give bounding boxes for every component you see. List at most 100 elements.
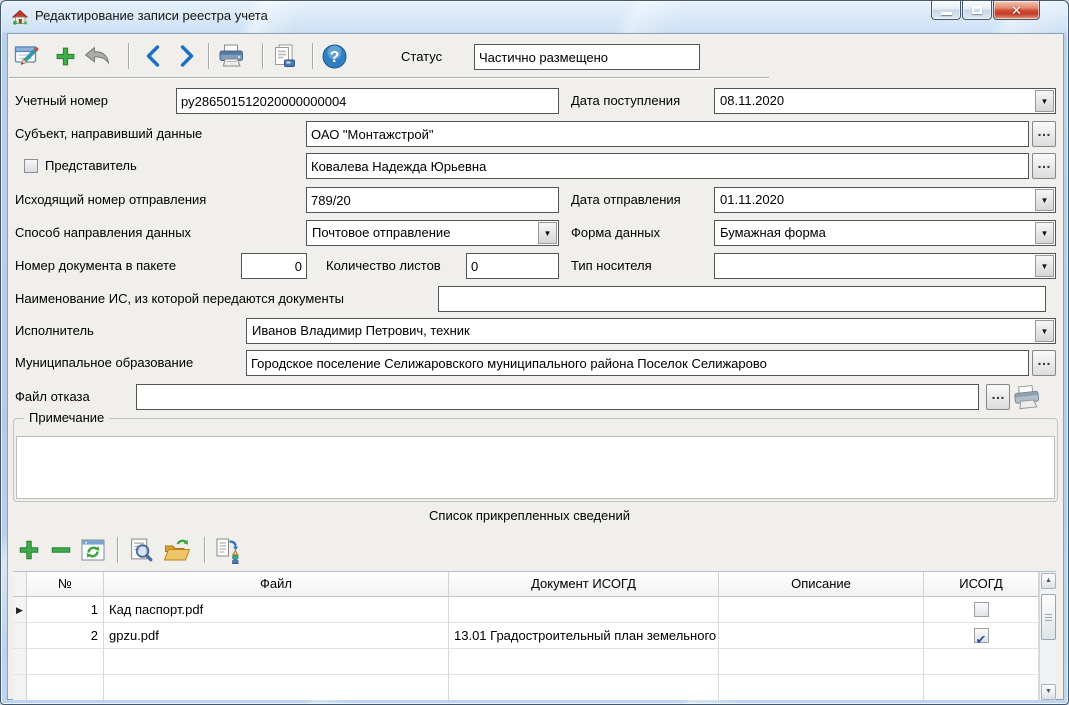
add-record-button[interactable] — [49, 40, 81, 72]
table-row[interactable]: 2 gpzu.pdf 13.01 Градостроительный план … — [13, 623, 1039, 649]
dialog-window: Редактирование записи реестра учета ✕ — [0, 0, 1069, 705]
account-number-input[interactable] — [176, 88, 559, 114]
titlebar[interactable]: Редактирование записи реестра учета ✕ — [1, 1, 1068, 33]
executor-label: Исполнитель — [15, 318, 94, 344]
header-num[interactable]: № — [27, 572, 104, 597]
isogd-checkbox[interactable] — [974, 602, 989, 617]
dispatch-date-combo[interactable]: 01.11.2020 ▼ — [714, 187, 1056, 213]
sheet-count-input[interactable] — [466, 253, 559, 279]
header-file[interactable]: Файл — [104, 572, 449, 597]
attachment-remove-button[interactable] — [45, 534, 77, 566]
isogd-checkbox[interactable] — [974, 628, 989, 643]
minimize-button[interactable] — [931, 1, 961, 20]
table-empty-row — [13, 675, 1039, 700]
sheet-count-label: Количество листов — [326, 253, 441, 279]
receipt-date-combo[interactable]: 08.11.2020 ▼ — [714, 88, 1056, 114]
scrollbar-thumb[interactable] — [1041, 594, 1056, 640]
help-icon: ? — [321, 43, 348, 70]
doc-number-input[interactable] — [241, 253, 307, 279]
attachments-section-title: Список прикрепленных сведений — [1, 508, 1058, 523]
cell-num: 2 — [27, 623, 104, 649]
toolbar-separator — [204, 537, 205, 563]
app-icon — [12, 9, 28, 25]
cell-file: gpzu.pdf — [104, 623, 449, 649]
header-desc[interactable]: Описание — [719, 572, 924, 597]
is-name-input[interactable] — [438, 286, 1046, 312]
refusal-file-input[interactable] — [136, 384, 979, 410]
executor-combo[interactable]: Иванов Владимир Петрович, техник ▼ — [246, 318, 1056, 344]
toolbar-separator — [312, 43, 313, 69]
chevron-down-icon[interactable]: ▼ — [1035, 222, 1054, 244]
next-button[interactable] — [171, 40, 203, 72]
previous-icon — [144, 45, 162, 67]
representative-browse-button[interactable]: … — [1032, 153, 1056, 179]
vertical-scrollbar[interactable]: ▲ ▼ — [1039, 572, 1056, 700]
print-refusal-button[interactable] — [1011, 381, 1043, 413]
outgoing-number-input[interactable] — [306, 187, 559, 213]
toolbar-separator — [262, 43, 263, 69]
chevron-down-icon[interactable]: ▼ — [1035, 320, 1054, 342]
cell-isogd — [924, 623, 1039, 649]
municipality-label: Муниципальное образование — [15, 350, 193, 376]
svg-text:?: ? — [329, 49, 339, 66]
attachment-preview-button[interactable] — [125, 534, 157, 566]
subject-browse-button[interactable]: … — [1032, 121, 1056, 147]
chevron-down-icon[interactable]: ▼ — [538, 222, 557, 244]
help-button[interactable]: ? — [318, 40, 350, 72]
row-selector: ▶ — [13, 597, 27, 623]
undo-button[interactable] — [81, 40, 113, 72]
table-empty-row — [13, 649, 1039, 675]
attachment-add-button[interactable] — [13, 534, 45, 566]
header-doc[interactable]: Документ ИСОГД — [449, 572, 719, 597]
is-name-label: Наименование ИС, из которой передаются д… — [15, 286, 344, 312]
print-button[interactable] — [215, 40, 247, 72]
status-label: Статус — [401, 44, 442, 70]
attachment-refresh-button[interactable] — [77, 534, 109, 566]
save-document-icon — [270, 43, 297, 70]
status-field[interactable] — [474, 44, 700, 70]
delivery-method-combo[interactable]: Почтовое отправление ▼ — [306, 220, 559, 246]
note-textarea[interactable] — [16, 436, 1055, 499]
media-type-combo[interactable]: ▼ — [714, 253, 1056, 279]
representative-checkbox[interactable] — [24, 159, 38, 173]
close-button[interactable]: ✕ — [993, 1, 1040, 20]
save-document-button[interactable] — [267, 40, 299, 72]
header-isogd[interactable]: ИСОГД — [924, 572, 1039, 597]
next-icon — [178, 45, 196, 67]
maximize-button[interactable] — [962, 1, 992, 20]
cell-isogd — [924, 597, 1039, 623]
refusal-file-browse-button[interactable]: … — [986, 384, 1010, 410]
attachment-copy-structure-button[interactable] — [212, 534, 244, 566]
delivery-method-label: Способ направления данных — [15, 220, 191, 246]
open-folder-icon — [163, 537, 191, 563]
scroll-up-button[interactable]: ▲ — [1041, 573, 1056, 589]
doc-number-label: Номер документа в пакете — [15, 253, 176, 279]
toolbar-separator — [128, 43, 129, 69]
cell-desc — [719, 597, 924, 623]
attachment-open-button[interactable] — [161, 534, 193, 566]
table-row[interactable]: ▶ 1 Кад паспорт.pdf — [13, 597, 1039, 623]
header-selector — [13, 572, 27, 597]
undo-icon — [82, 45, 112, 68]
cell-file: Кад паспорт.pdf — [104, 597, 449, 623]
toolbar-separator — [117, 537, 118, 563]
print-icon — [1011, 382, 1044, 412]
previous-button[interactable] — [137, 40, 169, 72]
municipality-browse-button[interactable]: … — [1032, 350, 1056, 376]
scroll-down-button[interactable]: ▼ — [1041, 684, 1056, 700]
outgoing-number-label: Исходящий номер отправления — [15, 187, 206, 213]
representative-input[interactable] — [306, 153, 1029, 179]
edit-record-button[interactable] — [11, 40, 43, 72]
row-selector — [13, 623, 27, 649]
cell-doc — [449, 597, 719, 623]
refresh-icon — [80, 538, 107, 563]
data-form-label: Форма данных — [571, 220, 660, 246]
municipality-input[interactable] — [246, 350, 1029, 376]
chevron-down-icon[interactable]: ▼ — [1035, 189, 1054, 211]
chevron-down-icon[interactable]: ▼ — [1035, 90, 1054, 112]
data-form-combo[interactable]: Бумажная форма ▼ — [714, 220, 1056, 246]
add-icon — [54, 45, 77, 68]
chevron-down-icon[interactable]: ▼ — [1035, 255, 1054, 277]
edit-record-icon — [14, 43, 41, 70]
subject-input[interactable] — [306, 121, 1029, 147]
